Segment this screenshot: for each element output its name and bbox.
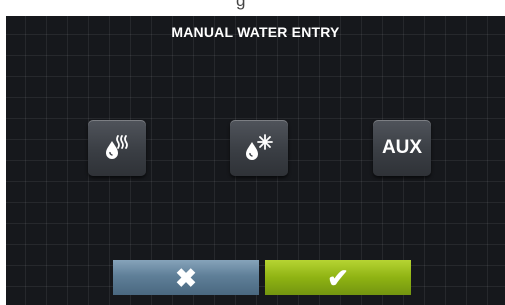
- top-strip: g: [0, 0, 505, 16]
- aux-button[interactable]: AUX: [373, 120, 431, 176]
- cancel-button[interactable]: ✖: [113, 260, 259, 295]
- page-title: MANUAL WATER ENTRY: [171, 24, 340, 40]
- hot-water-button[interactable]: [88, 120, 146, 176]
- cold-water-button[interactable]: [230, 120, 288, 176]
- manual-water-entry-screen: MANUAL WATER ENTRY AUX ✖ ✔: [6, 16, 505, 305]
- cold-water-drop-icon: [246, 134, 273, 160]
- top-strip-text: g: [236, 0, 246, 10]
- check-icon: ✔: [327, 262, 349, 293]
- close-icon: ✖: [175, 262, 197, 293]
- hot-water-drop-icon: [106, 135, 128, 159]
- confirm-button[interactable]: ✔: [265, 260, 411, 295]
- aux-label: AUX: [381, 137, 423, 158]
